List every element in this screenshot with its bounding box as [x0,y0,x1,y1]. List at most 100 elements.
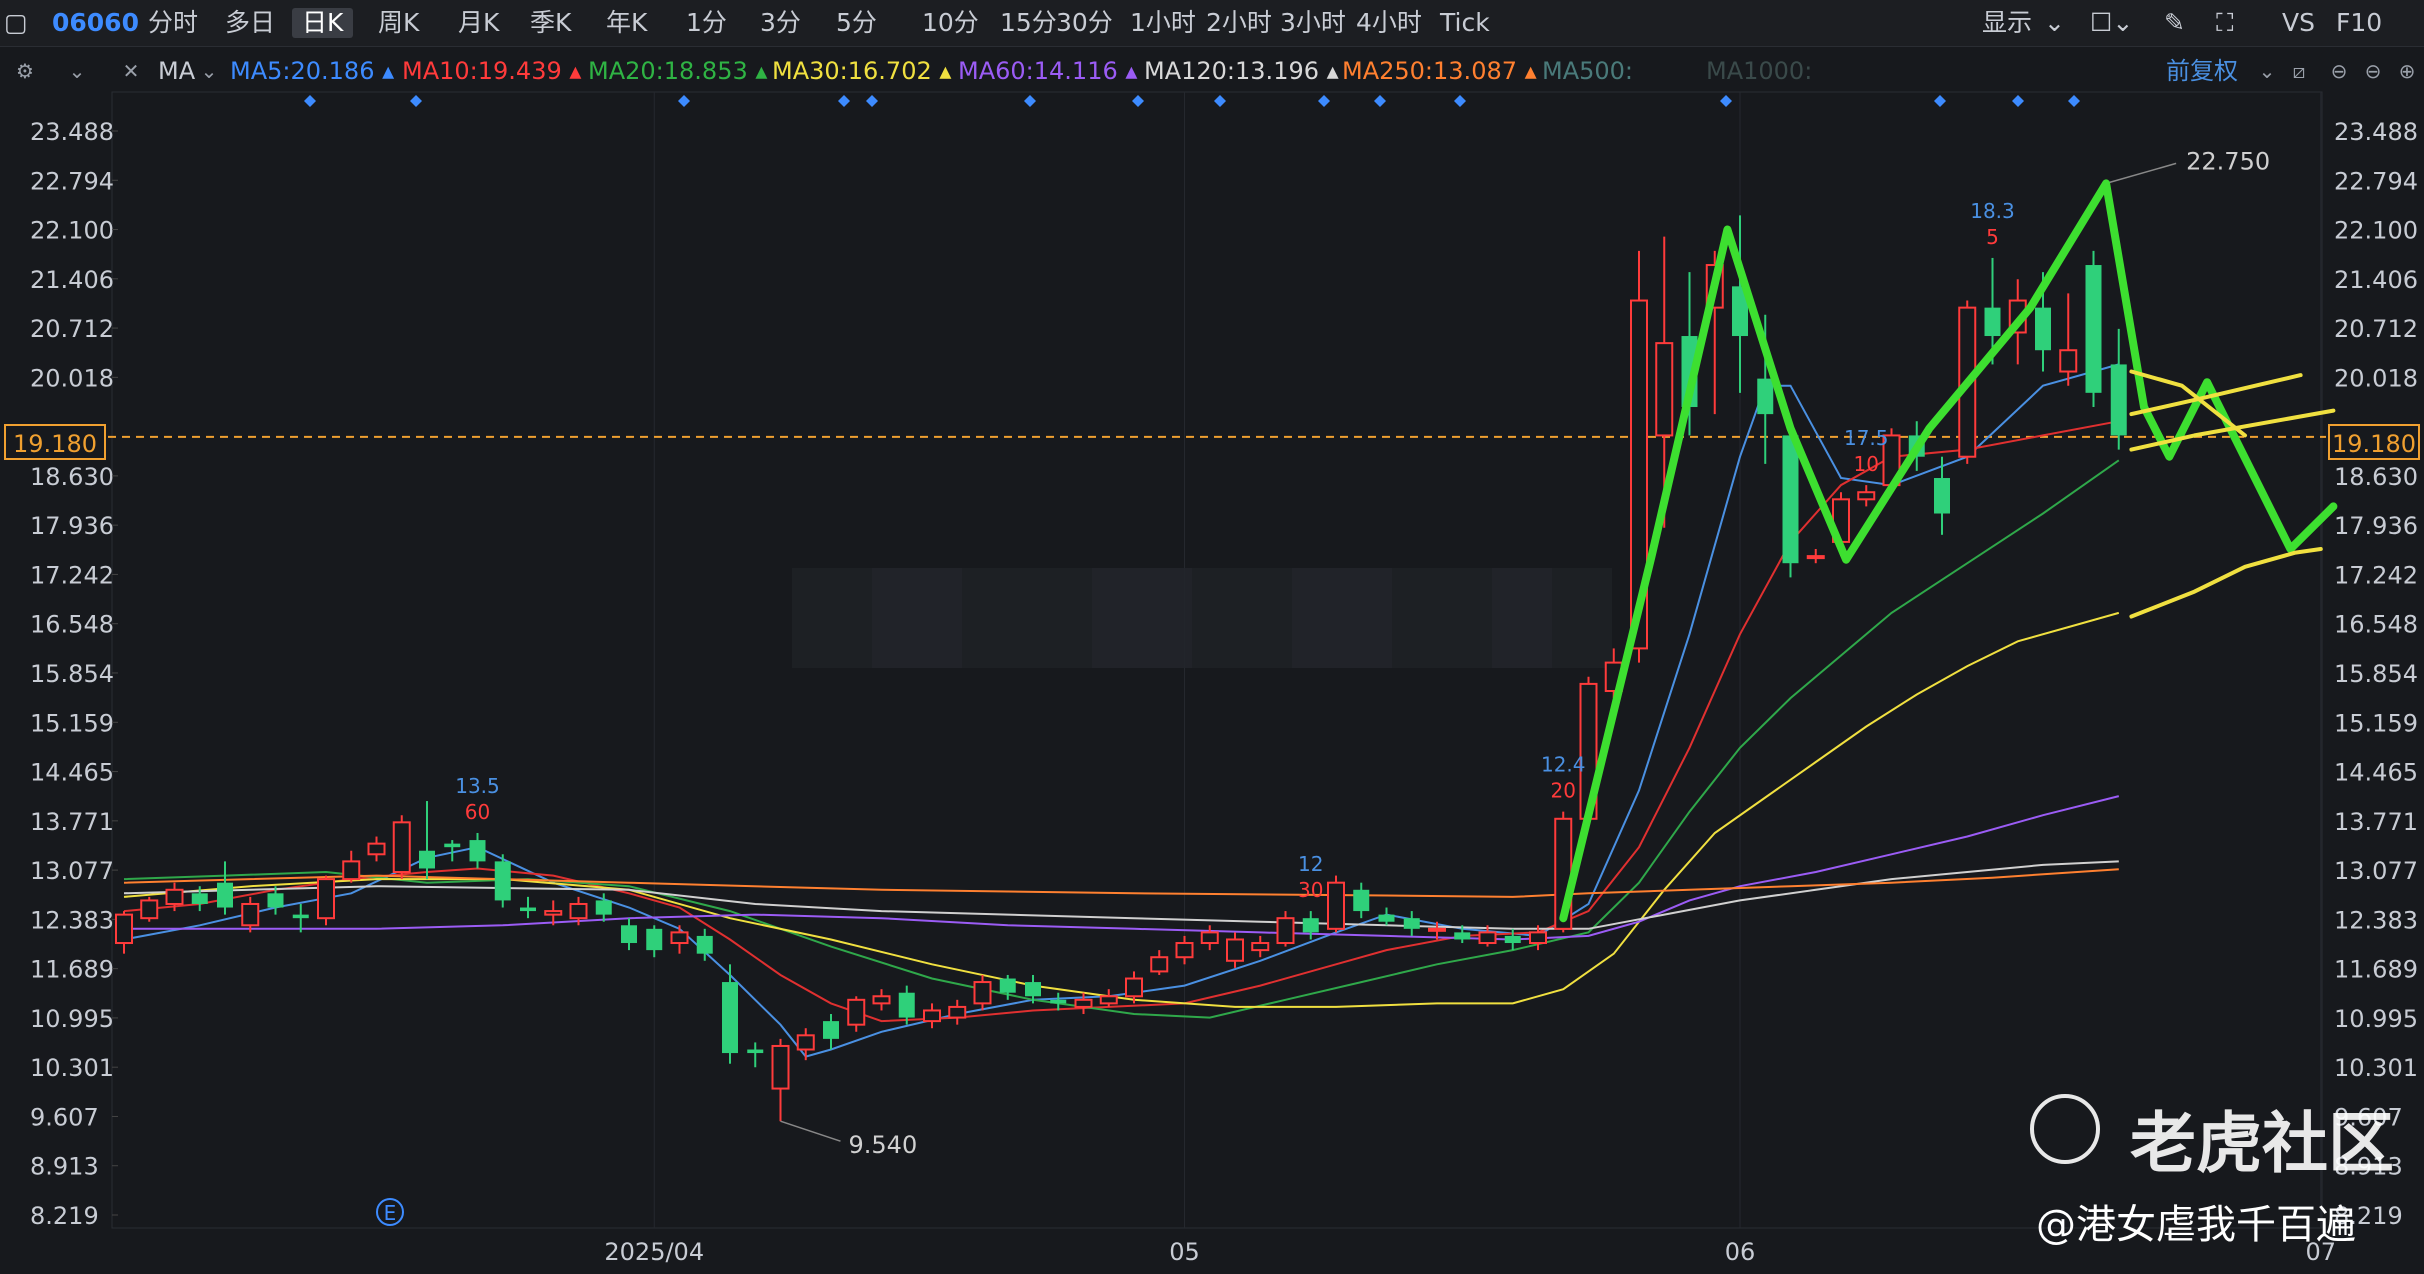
y-tick-right-2: 22.100 [2334,217,2418,245]
low-leader-line [780,1120,841,1142]
candle-body-17 [544,910,563,916]
event-diamond-icon-2 [678,95,690,107]
y-tick-right-17: 10.995 [2334,1005,2418,1033]
ma-line-ma30 [123,611,2120,1008]
candle-body-69 [1857,491,1876,501]
drawn-line-0 [1559,179,2338,923]
candle-body-25 [747,1049,764,1054]
y-tick-right-4: 20.712 [2334,315,2418,343]
blurred-overlay-1 [872,568,962,668]
candle-body-65 [1757,378,1774,415]
ma-label-bottom-3: 10 [1854,452,1879,476]
blurred-overlay-7 [1492,568,1552,668]
ma-label-bottom-1: 30 [1298,878,1323,902]
y-tick-left-3: 21.406 [30,266,114,294]
blurred-overlay-0 [792,568,872,668]
candle-body-1 [140,899,159,920]
event-diamond-icon-11 [1720,95,1732,107]
blurred-overlay-3 [1092,568,1192,668]
ma-label-bottom-2: 20 [1551,779,1576,803]
y-tick-left-13: 13.771 [30,808,114,836]
event-diamond-icon-3 [838,95,850,107]
x-tick-2: 06 [1725,1238,1756,1266]
y-tick-left-4: 20.712 [30,315,114,343]
ma-label-bottom-0: 60 [465,800,490,824]
event-diamond-icon-5 [1024,95,1036,107]
candle-body-7 [292,914,309,919]
y-tick-right-13: 13.771 [2334,808,2418,836]
ma-line-ma5 [123,363,2120,1058]
candle-body-78 [2085,265,2102,393]
candle-body-13 [444,843,461,848]
y-tick-left-0: 23.488 [30,118,114,146]
candle-body-5 [241,902,260,927]
y-tick-left-11: 15.159 [30,709,114,737]
candle-body-37 [1050,999,1067,1004]
candle-body-47 [1302,918,1319,933]
event-diamond-icon-10 [1454,95,1466,107]
y-tick-right-7: 17.936 [2334,512,2418,540]
candle-body-48 [1327,881,1345,930]
ma-label-bottom-4: 5 [1986,225,1999,249]
y-tick-right-0: 23.488 [2334,118,2418,146]
blurred-overlay-6 [1392,568,1492,668]
candle-body-4 [217,882,233,908]
candlestick-chart[interactable]: 23.488 23.488 22.794 22.794 22.100 22.100 21.4… [0,0,2424,1274]
candle-body-3 [191,893,208,904]
event-diamond-icon-12 [1934,95,1946,107]
ma-label-top-0: 13.5 [455,774,500,798]
y-tick-left-9: 16.548 [30,611,114,639]
high-price-label: 22.750 [2186,147,2270,175]
drawn-line-4 [2129,547,2323,619]
y-tick-left-1: 22.794 [30,167,114,195]
candle-body-26 [771,1044,790,1090]
candle-body-23 [696,935,713,954]
y-tick-left-16: 11.689 [30,956,114,984]
candle-body-16 [520,907,536,912]
candle-body-49 [1353,889,1370,912]
y-tick-right-16: 11.689 [2334,956,2418,984]
candle-body-18 [569,902,588,920]
y-tick-right-14: 13.077 [2334,857,2418,885]
candle-body-9 [342,860,361,881]
candle-body-43 [1200,931,1219,945]
y-tick-left-14: 13.077 [30,857,114,885]
candle-body-22 [670,931,689,945]
candle-body-53 [1454,932,1471,940]
candle-body-45 [1251,942,1270,952]
candle-body-27 [796,1034,815,1051]
candle-body-10 [367,842,386,856]
candle-body-35 [999,978,1016,993]
y-tick-left-17: 10.995 [30,1005,114,1033]
candle-body-21 [646,928,663,951]
candle-body-2 [165,888,184,905]
event-diamond-icon-8 [1318,95,1330,107]
candle-body-38 [1074,998,1093,1008]
y-tick-right-3: 21.406 [2334,266,2418,294]
candle-body-52 [1428,927,1446,932]
candle-body-76 [2035,307,2051,351]
candle-body-54 [1478,931,1497,945]
candle-body-77 [2059,349,2078,373]
y-tick-right-6: 18.630 [2334,463,2418,491]
candle-body-61 [1655,342,1674,437]
candle-body-46 [1276,917,1295,945]
event-diamond-icon-0 [304,95,316,107]
y-tick-right-1: 22.794 [2334,167,2418,195]
candle-body-55 [1504,935,1521,944]
y-tick-right-15: 12.383 [2334,906,2418,934]
blurred-overlay-2 [962,568,1092,668]
y-tick-right-8: 17.242 [2334,561,2418,589]
y-tick-left-6: 18.630 [30,463,114,491]
drawn-line-3 [2129,408,2336,452]
high-leader-line [2105,162,2177,185]
event-diamond-icon-13 [2012,95,2024,107]
candle-body-8 [317,878,335,920]
candle-body-51 [1403,918,1420,929]
candle-body-79 [2110,364,2127,436]
candle-body-74 [1984,307,2001,337]
ma-label-top-4: 18.3 [1970,199,2015,223]
watermark: 老虎社区 [2030,1090,2420,1182]
candle-body-14 [469,840,486,862]
event-marker-label: E [384,1201,397,1225]
